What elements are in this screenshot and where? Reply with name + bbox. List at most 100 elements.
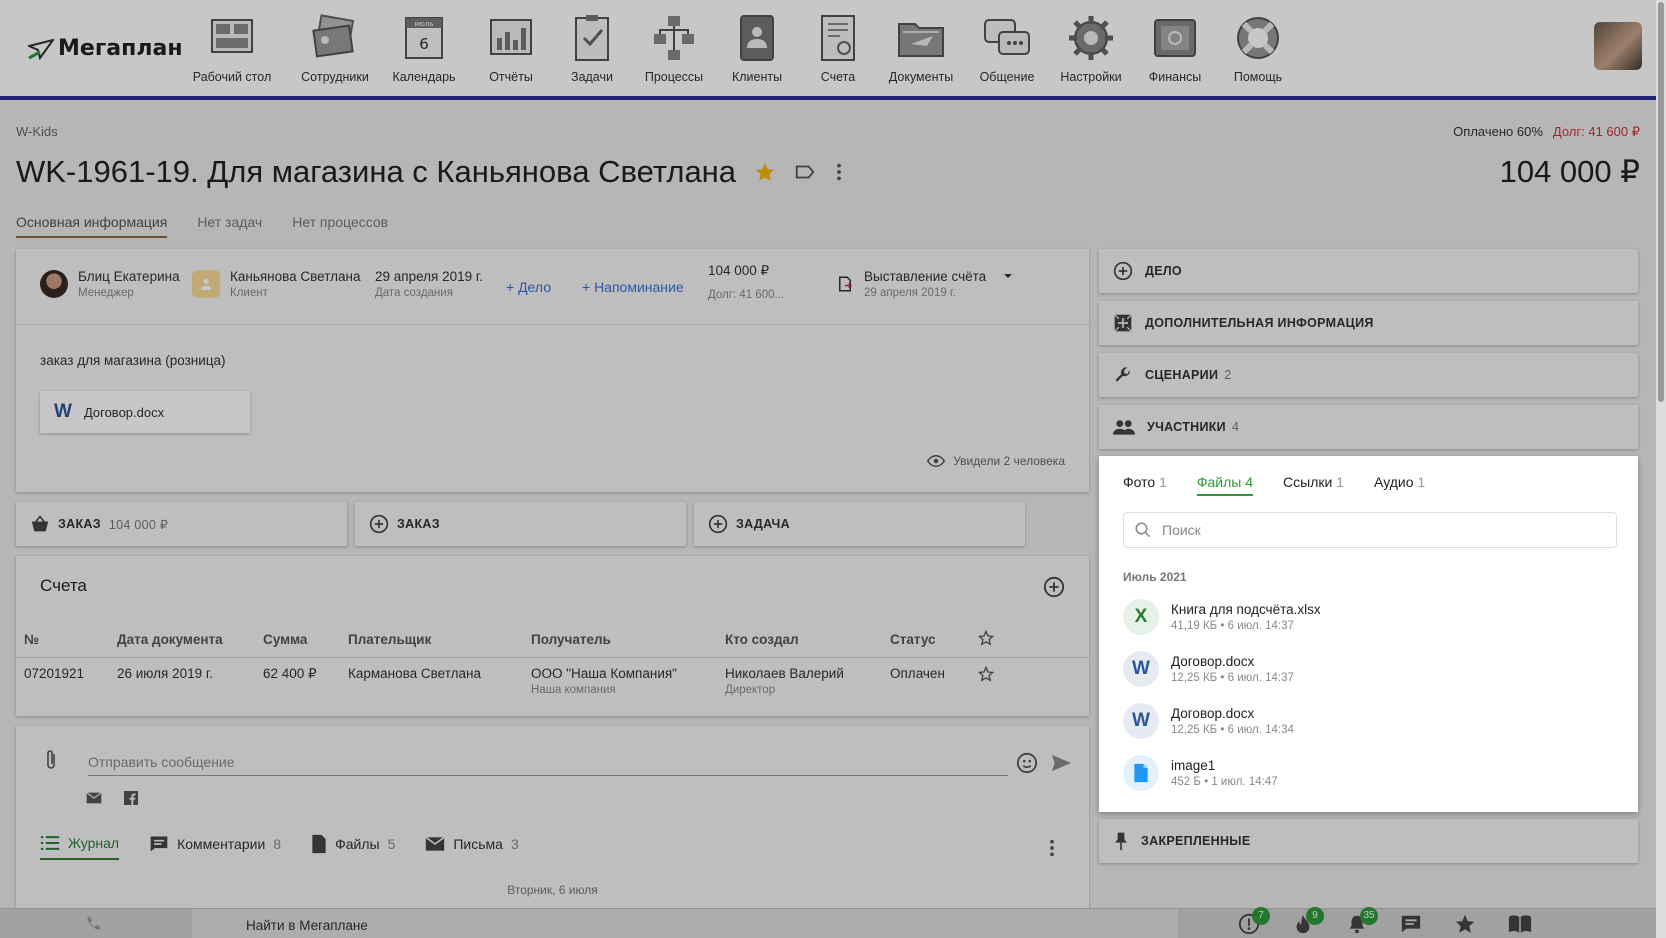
feed-tabs: Журнал Комментарии 8 Файлы 5 Письма 3 [40, 834, 519, 860]
breadcrumb[interactable]: W-Kids [16, 124, 58, 139]
tab-files-panel[interactable]: Файлы 4 [1196, 474, 1254, 496]
file-list-item[interactable]: X Книга для подсчёта.xlsx 41,19 КБ • 6 июл… [1123, 599, 1321, 635]
word-icon: W [1123, 703, 1159, 739]
nav-item-finance[interactable]: Финансы [1132, 14, 1218, 84]
invoice-receiver-cell: ООО "Наша Компания" Наша компания [523, 658, 717, 705]
nav-item-settings[interactable]: Настройки [1050, 14, 1132, 84]
tab-audio[interactable]: Аудио 1 [1374, 474, 1425, 496]
nav-item-invoices[interactable]: Счета [798, 14, 878, 84]
phone-icon[interactable] [84, 915, 102, 933]
invoice-status: Оплачен [890, 666, 945, 681]
tab-letters[interactable]: Письма 3 [425, 834, 519, 860]
processes-icon [654, 16, 694, 60]
file-list-item[interactable]: W Договор.docx 12,25 КБ • 6 июл. 14:34 [1123, 703, 1294, 739]
tag-icon[interactable] [794, 161, 816, 183]
facebook-icon[interactable] [124, 791, 138, 805]
tab-files-count: 5 [387, 836, 396, 852]
col-payer[interactable]: Плательщик [340, 622, 523, 658]
col-creator[interactable]: Кто создал [717, 622, 882, 658]
col-favorite[interactable] [970, 622, 1089, 658]
client-block[interactable]: Каньянова Светлана Клиент [192, 269, 360, 299]
col-sum[interactable]: Сумма [255, 622, 340, 658]
invoice-creator-cell: Николаев Валерий Директор [717, 658, 882, 705]
star-icon[interactable] [754, 161, 776, 183]
nav-item-tasks[interactable]: Задачи [552, 14, 632, 84]
tab-files[interactable]: Файлы 5 [311, 834, 395, 860]
tab-journal[interactable]: Журнал [40, 834, 120, 860]
nav-item-label: Общение [979, 70, 1035, 84]
nav-item-reports[interactable]: Отчёты [470, 14, 552, 84]
order-card[interactable]: ЗАКАЗ 104 000 ₽ [16, 502, 347, 546]
document-arrow-icon [839, 276, 853, 292]
tab-comments[interactable]: Комментарии 8 [149, 834, 281, 860]
file-name: Договор.docx [1171, 654, 1255, 669]
invoice-favorite[interactable] [970, 658, 1089, 705]
tab-photo[interactable]: Фото 1 [1123, 474, 1167, 496]
send-icon[interactable] [1050, 753, 1072, 773]
nav-item-documents[interactable]: Документы [878, 14, 964, 84]
section-additional-info[interactable]: ДОПОЛНИТЕЛЬНАЯ ИНФОРМАЦИЯ [1099, 301, 1638, 345]
page-scrollbar[interactable] [1656, 0, 1666, 938]
global-search[interactable]: Найти в Мегаплане [192, 909, 1178, 938]
more-vertical-icon[interactable] [1048, 838, 1056, 858]
tab-processes[interactable]: Нет процессов [292, 214, 388, 238]
tab-main-info[interactable]: Основная информация [16, 214, 168, 238]
add-case-link[interactable]: + Дело [506, 279, 551, 295]
add-reminder-link[interactable]: + Напоминание [582, 279, 684, 295]
nav-item-calendar[interactable]: июль 6 Календарь [378, 14, 470, 84]
stage-block[interactable]: Выставление счёта 29 апреля 2019 г. [836, 269, 1014, 299]
nav-item-chat[interactable]: Общение [964, 14, 1050, 84]
section-pinned[interactable]: ЗАКРЕПЛЕННЫЕ [1099, 819, 1638, 863]
nav-item-processes[interactable]: Процессы [632, 14, 716, 84]
chevron-down-icon[interactable] [1002, 270, 1014, 282]
section-scenarios[interactable]: СЦЕНАРИИ 2 [1099, 353, 1638, 397]
section-case[interactable]: ДЕЛО [1099, 249, 1638, 293]
add-task-button[interactable]: ЗАДАЧА [694, 502, 1025, 546]
attached-file[interactable]: W Договор.docx [40, 391, 250, 433]
tab-tasks[interactable]: Нет задач [197, 214, 262, 238]
col-number[interactable]: № [16, 622, 109, 658]
file-list-item[interactable]: W Договор.docx 12,25 КБ • 6 июл. 14:37 [1123, 651, 1294, 687]
files-search-input[interactable]: Поиск [1123, 512, 1617, 548]
nav-item-desktop[interactable]: Рабочий стол [193, 14, 271, 84]
col-receiver[interactable]: Получатель [523, 622, 717, 658]
nav-item-label: Календарь [392, 70, 456, 84]
tab-photo-count: 1 [1159, 474, 1167, 490]
nav-item-employees[interactable]: Сотрудники [292, 14, 378, 84]
word-icon: W [54, 401, 72, 422]
book-icon[interactable] [1508, 913, 1532, 937]
message-input[interactable]: Отправить сообщение [88, 740, 1008, 776]
messages-icon[interactable] [1400, 913, 1424, 937]
nav-item-help[interactable]: Помощь [1218, 14, 1298, 84]
add-order-button[interactable]: ЗАКАЗ [355, 502, 686, 546]
deal-debt: Долг: 41 600... [708, 289, 785, 301]
alerts-icon[interactable]: 7 [1238, 907, 1270, 937]
section-scenarios-count: 2 [1224, 368, 1232, 382]
employees-icon [312, 14, 355, 58]
col-date[interactable]: Дата документа [109, 622, 255, 658]
emoji-icon[interactable] [1016, 752, 1038, 774]
file-list-item[interactable]: image1 452 Б • 1 июл. 14:47 [1123, 755, 1278, 791]
add-invoice-button[interactable] [1043, 576, 1065, 603]
favorites-icon[interactable] [1454, 913, 1478, 937]
megaplan-logo[interactable]: Мегаплан [28, 36, 183, 61]
section-participants[interactable]: УЧАСТНИКИ 4 [1099, 405, 1638, 449]
fire-icon[interactable]: 9 [1292, 907, 1324, 937]
user-avatar[interactable] [1594, 22, 1642, 70]
manager-block[interactable]: Блиц Екатерина Менеджер [40, 269, 180, 299]
word-icon: W [1123, 651, 1159, 687]
more-vertical-icon[interactable] [834, 161, 844, 183]
tab-files-panel-count: 4 [1245, 474, 1254, 490]
bell-icon[interactable]: 35 [1346, 907, 1378, 937]
tab-links[interactable]: Ссылки 1 [1283, 474, 1344, 496]
scrollbar-thumb[interactable] [1658, 2, 1664, 402]
nav-item-clients[interactable]: Клиенты [716, 14, 798, 84]
calendar-month: июль [414, 20, 433, 28]
expand-icon [1114, 314, 1132, 332]
seen-by[interactable]: Увидели 2 человека [927, 454, 1065, 468]
table-row[interactable]: 07201921 26 июля 2019 г. 62 400 ₽ Карман… [16, 658, 1089, 705]
email-icon[interactable] [86, 792, 102, 804]
col-status[interactable]: Статус [882, 622, 970, 658]
paperclip-icon[interactable] [44, 748, 58, 772]
invoices-card: Счета № Дата документа Сумма Плательщик … [16, 556, 1089, 716]
